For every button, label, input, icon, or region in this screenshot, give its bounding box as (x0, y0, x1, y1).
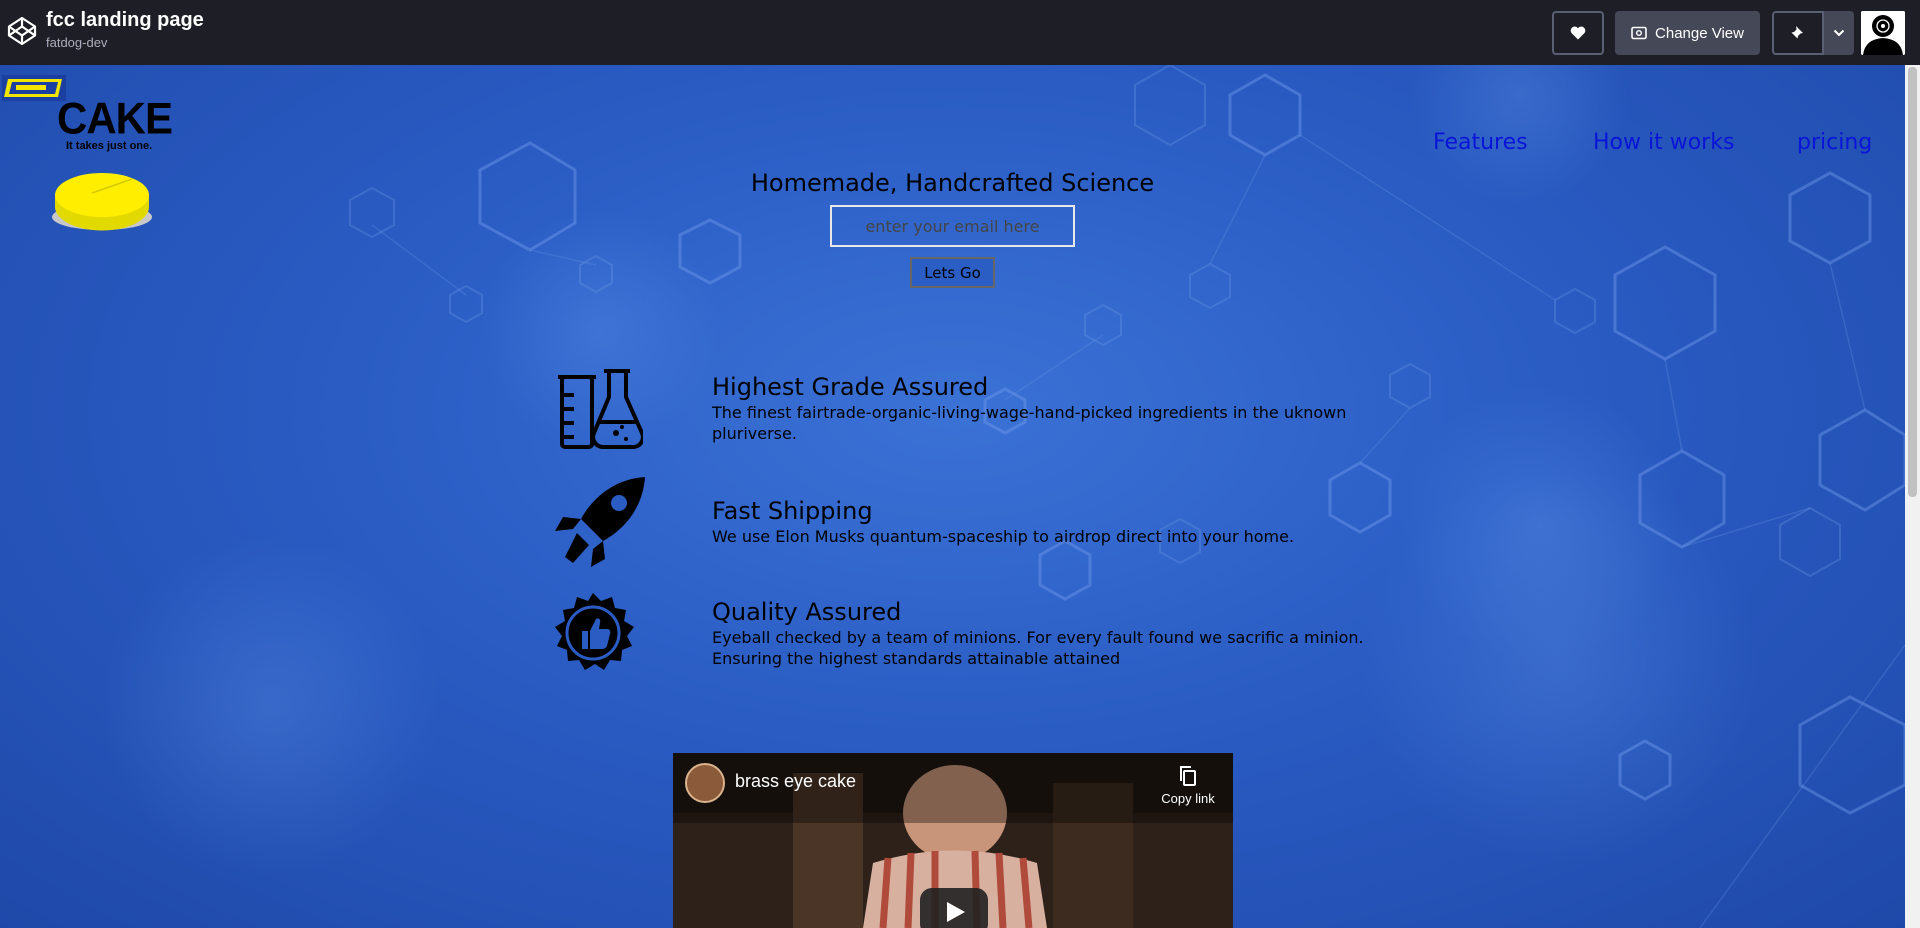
feature-text: We use Elon Musks quantum-spaceship to a… (712, 527, 1295, 546)
channel-avatar[interactable] (685, 763, 725, 803)
nav-link-how-it-works[interactable]: How it works (1593, 130, 1734, 155)
copy-link-label: Copy link (1161, 791, 1215, 806)
pen-title: fcc landing page (46, 9, 204, 31)
flask-beaker-icon (558, 369, 643, 449)
codepen-logo-icon[interactable] (6, 15, 38, 47)
layout-icon (1631, 26, 1647, 40)
pin-button[interactable] (1772, 11, 1824, 55)
user-avatar[interactable] (1861, 11, 1905, 55)
rocket-icon (555, 477, 645, 567)
feature-title: Fast Shipping (712, 497, 873, 525)
nav-link-features[interactable]: Features (1433, 130, 1528, 155)
nav-link-pricing[interactable]: pricing (1797, 130, 1872, 155)
pen-preview: CAKE It takes just one. Features How it … (0, 65, 1905, 928)
heart-icon (1570, 26, 1586, 40)
play-icon (947, 902, 965, 922)
chevron-down-icon (1833, 29, 1845, 37)
thumbs-up-badge-icon (555, 593, 634, 670)
youtube-video-embed[interactable]: brass eye cake Copy link (673, 753, 1233, 928)
pen-author-link[interactable]: fatdog-dev (46, 35, 107, 50)
pin-icon (1791, 26, 1803, 41)
feature-title: Quality Assured (712, 598, 902, 626)
change-view-button[interactable]: Change View (1615, 11, 1760, 55)
logo-text: CAKE (57, 93, 173, 144)
preview-scrollbar[interactable] (1905, 65, 1920, 928)
hero-headline: Homemade, Handcrafted Science (750, 169, 1155, 197)
codepen-header: fcc landing page fatdog-dev Change View (0, 0, 1920, 65)
scrollbar-thumb[interactable] (1908, 67, 1917, 497)
pin-menu-dropdown[interactable] (1824, 11, 1854, 55)
like-button[interactable] (1552, 11, 1604, 55)
play-button[interactable] (920, 888, 988, 928)
copy-icon (1180, 766, 1196, 786)
feature-text: The finest fairtrade-organic-living-wage… (712, 403, 1347, 443)
email-input[interactable] (830, 205, 1075, 247)
feature-title: Highest Grade Assured (712, 373, 989, 401)
feature-text: Eyeball checked by a team of minions. Fo… (712, 628, 1364, 668)
submit-button[interactable]: Lets Go (910, 257, 995, 288)
change-view-label: Change View (1655, 24, 1744, 42)
avatar-icon (1861, 11, 1905, 55)
copy-link-button[interactable]: Copy link (1153, 765, 1223, 806)
video-title[interactable]: brass eye cake (735, 771, 856, 792)
cake-logo[interactable]: CAKE It takes just one. (52, 94, 173, 231)
logo-tagline: It takes just one. (66, 140, 153, 152)
